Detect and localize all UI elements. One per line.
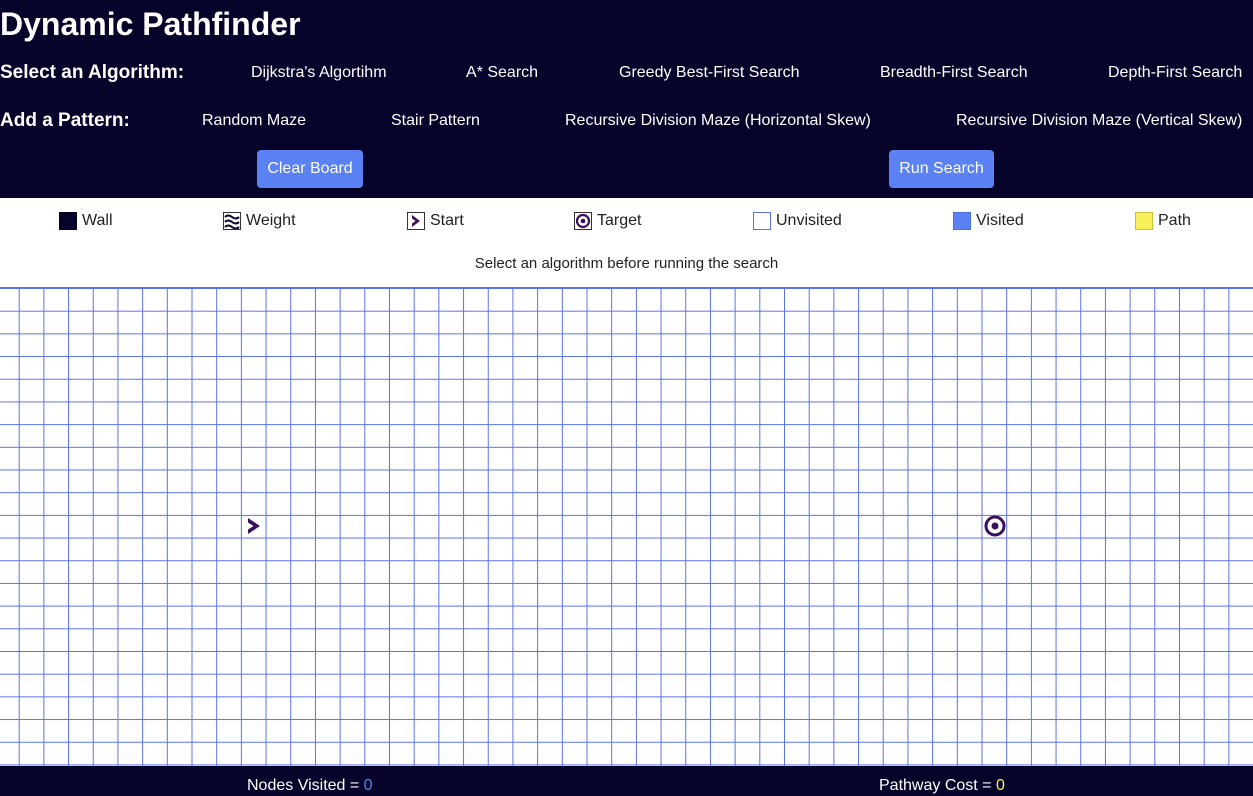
unvisited-swatch	[753, 212, 771, 230]
algo-greedy[interactable]: Greedy Best-First Search	[619, 62, 800, 84]
target-icon	[574, 212, 592, 230]
pattern-random-maze[interactable]: Random Maze	[202, 110, 306, 132]
pattern-label: Add a Pattern:	[0, 110, 130, 131]
pathway-cost-stat: Pathway Cost = 0	[879, 776, 1005, 796]
legend-unvisited: Unvisited	[753, 210, 842, 232]
legend-label: Path	[1158, 212, 1191, 229]
algo-bfs[interactable]: Breadth-First Search	[880, 62, 1028, 84]
pattern-recursive-vertical[interactable]: Recursive Division Maze (Vertical Skew)	[956, 110, 1242, 132]
pattern-recursive-horizontal[interactable]: Recursive Division Maze (Horizontal Skew…	[565, 110, 871, 132]
legend-visited: Visited	[953, 210, 1024, 232]
legend-target: Target	[574, 210, 641, 232]
algo-dfs[interactable]: Depth-First Search	[1108, 62, 1242, 84]
header: Dynamic Pathfinder Select an Algorithm: …	[0, 0, 1253, 198]
legend-label: Wall	[82, 212, 113, 229]
wall-swatch	[59, 212, 77, 230]
path-swatch	[1135, 212, 1153, 230]
nodes-visited-label: Nodes Visited =	[247, 777, 364, 794]
legend-label: Visited	[976, 212, 1024, 229]
legend-label: Start	[430, 212, 464, 229]
start-chevron-icon	[407, 212, 425, 230]
legend-wall: Wall	[59, 210, 113, 232]
target-icon	[984, 515, 1006, 537]
algo-astar[interactable]: A* Search	[466, 62, 538, 84]
start-chevron-icon	[248, 518, 260, 534]
pathway-cost-label: Pathway Cost =	[879, 777, 996, 794]
legend-label: Target	[597, 212, 642, 229]
legend-weight: Weight	[223, 210, 296, 232]
nodes-visited-value: 0	[363, 777, 373, 794]
nodes-visited-stat: Nodes Visited = 0	[247, 776, 373, 796]
legend-start: Start	[407, 210, 464, 232]
pathway-cost-value: 0	[995, 777, 1005, 794]
algo-dijkstra[interactable]: Dijkstra's Algortihm	[251, 62, 387, 84]
legend-path: Path	[1135, 210, 1191, 232]
pathfinding-grid[interactable]	[0, 287, 1253, 766]
footer: Nodes Visited = 0 Pathway Cost = 0	[0, 766, 1253, 796]
app-title: Dynamic Pathfinder	[0, 6, 301, 42]
legend-label: Unvisited	[776, 212, 842, 229]
run-search-button[interactable]: Run Search	[889, 150, 994, 188]
start-node[interactable]	[245, 516, 265, 536]
status-message: Select an algorithm before running the s…	[474, 255, 779, 272]
target-node[interactable]	[984, 515, 1006, 537]
visited-swatch	[953, 212, 971, 230]
legend-label: Weight	[246, 212, 296, 229]
weight-icon	[223, 212, 241, 230]
clear-board-button[interactable]: Clear Board	[257, 150, 363, 188]
algorithm-label: Select an Algorithm:	[0, 62, 185, 83]
pattern-stair[interactable]: Stair Pattern	[391, 110, 480, 132]
